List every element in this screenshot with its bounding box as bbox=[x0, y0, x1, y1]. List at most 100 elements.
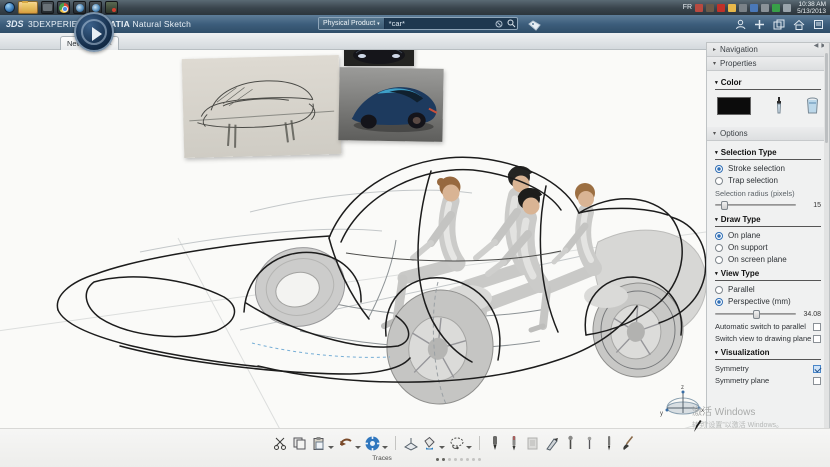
eyedropper-icon[interactable] bbox=[773, 96, 785, 116]
note-icon bbox=[526, 436, 539, 451]
copy-button[interactable] bbox=[291, 434, 308, 452]
home-icon[interactable] bbox=[793, 19, 805, 30]
check-automatic-switch[interactable]: Automatic switch to parallel bbox=[715, 322, 821, 331]
checkbox-icon[interactable] bbox=[813, 377, 821, 385]
check-switch-view[interactable]: Switch view to drawing plane bbox=[715, 334, 821, 343]
tray-icon-3[interactable] bbox=[717, 4, 725, 12]
color-swatch[interactable] bbox=[717, 97, 751, 115]
liner-tool-button[interactable] bbox=[600, 434, 617, 452]
checkbox-icon[interactable] bbox=[813, 335, 821, 343]
perspective-slider[interactable]: 34.08 bbox=[715, 309, 821, 319]
tray-icon-7[interactable] bbox=[761, 4, 769, 12]
check-symmetry[interactable]: Symmetry bbox=[715, 364, 821, 373]
radio-label: On screen plane bbox=[728, 255, 787, 264]
pen-tool-button[interactable] bbox=[505, 434, 522, 452]
radio-on-plane[interactable]: On plane bbox=[715, 231, 821, 240]
radio-on-support[interactable]: On support bbox=[715, 243, 821, 252]
pin-large-tool-button[interactable] bbox=[562, 434, 579, 452]
tray-icon-2[interactable] bbox=[706, 4, 714, 12]
slider-thumb[interactable] bbox=[721, 201, 728, 210]
user-icon[interactable] bbox=[735, 19, 746, 30]
taskbar-item-media[interactable] bbox=[105, 1, 118, 14]
taskbar-item-explorer[interactable] bbox=[18, 1, 38, 14]
sketch-plane-button[interactable] bbox=[402, 434, 419, 452]
cutter-tool-button[interactable] bbox=[543, 434, 560, 452]
share-icon[interactable] bbox=[773, 19, 785, 30]
lasso-dropdown-caret[interactable] bbox=[466, 446, 472, 449]
tray-icon-6[interactable] bbox=[750, 4, 758, 12]
radio-label: Trap selection bbox=[728, 176, 778, 185]
selection-radius-slider[interactable]: 15 bbox=[715, 200, 821, 210]
update-button[interactable] bbox=[364, 434, 381, 452]
view-type-subheader[interactable]: ▾ View Type bbox=[715, 269, 821, 278]
cutter-icon bbox=[545, 436, 559, 451]
chevron-down-icon: ▾ bbox=[715, 217, 718, 223]
section-properties[interactable]: ▾ Properties bbox=[707, 57, 829, 71]
tray-icon-4[interactable] bbox=[728, 4, 736, 12]
visualization-subheader[interactable]: ▾ Visualization bbox=[715, 348, 821, 357]
lasso-select-button[interactable] bbox=[448, 434, 465, 452]
tray-icon-9[interactable] bbox=[783, 4, 791, 12]
options-header-label: Options bbox=[720, 129, 748, 138]
reference-image-blue-car[interactable] bbox=[338, 67, 443, 142]
undo-button[interactable] bbox=[337, 434, 354, 452]
radio-trap-selection[interactable]: Trap selection bbox=[715, 176, 821, 185]
tray-icon-5[interactable] bbox=[739, 4, 747, 12]
section-navigation[interactable]: ▸ Navigation bbox=[707, 43, 829, 57]
paste-button[interactable] bbox=[310, 434, 327, 452]
search-input[interactable]: *car* bbox=[385, 19, 493, 28]
update-dropdown-caret[interactable] bbox=[382, 446, 388, 449]
watermark-line1: 激活 Windows bbox=[692, 403, 783, 418]
marker-tool-button[interactable] bbox=[486, 434, 503, 452]
cut-button[interactable] bbox=[272, 434, 289, 452]
draw-type-subheader[interactable]: ▾ Draw Type bbox=[715, 215, 821, 224]
search-icon[interactable] bbox=[505, 19, 517, 28]
reference-image-sketch[interactable] bbox=[182, 55, 342, 158]
checkbox-label: Symmetry plane bbox=[715, 376, 769, 385]
taskbar-item-catia1[interactable] bbox=[73, 1, 86, 14]
selection-radius-value: 15 bbox=[801, 202, 821, 209]
dassault-logo: 3DS bbox=[6, 19, 28, 29]
3ds-compass-widget[interactable] bbox=[74, 12, 114, 52]
add-icon[interactable] bbox=[754, 19, 765, 30]
pen-icon bbox=[509, 435, 519, 451]
undo-dropdown-caret[interactable] bbox=[355, 446, 361, 449]
tray-icon-1[interactable] bbox=[695, 4, 703, 12]
paint-dropdown-caret[interactable] bbox=[439, 446, 445, 449]
tray-icon-8[interactable] bbox=[772, 4, 780, 12]
paint-pot-icon[interactable] bbox=[806, 96, 819, 116]
notes-icon[interactable] bbox=[813, 19, 824, 30]
radio-perspective[interactable]: Perspective (mm) bbox=[715, 297, 821, 306]
checkbox-icon[interactable] bbox=[813, 323, 821, 331]
marker-icon bbox=[490, 435, 500, 451]
tray-language[interactable]: FR bbox=[683, 4, 692, 11]
pager-left-icon[interactable]: ◀ bbox=[814, 42, 819, 49]
watermark-line2: 转到“设置”以激活 Windows。 bbox=[692, 420, 783, 430]
panel-scrollbar[interactable] bbox=[824, 43, 829, 436]
page-dots[interactable] bbox=[436, 458, 481, 461]
taskbar-clock[interactable]: 10:38 AM 5/13/2013 bbox=[797, 1, 826, 15]
radio-stroke-selection[interactable]: Stroke selection bbox=[715, 164, 821, 173]
paint-button[interactable] bbox=[421, 434, 438, 452]
radio-on-screen-plane[interactable]: On screen plane bbox=[715, 255, 821, 264]
search-scope-dropdown[interactable]: Physical Product ▾ bbox=[319, 18, 385, 29]
note-tool-button[interactable] bbox=[524, 434, 541, 452]
pin-small-tool-button[interactable] bbox=[581, 434, 598, 452]
color-subheader[interactable]: ▾ Color bbox=[715, 78, 821, 87]
brush-tool-button[interactable] bbox=[619, 434, 636, 452]
section-options[interactable]: ▾ Options bbox=[707, 127, 829, 141]
clear-search-icon[interactable] bbox=[493, 20, 505, 28]
search-bar[interactable]: Physical Product ▾ *car* bbox=[318, 17, 518, 30]
paste-dropdown-caret[interactable] bbox=[328, 446, 334, 449]
radio-parallel[interactable]: Parallel bbox=[715, 285, 821, 294]
selection-type-subheader[interactable]: ▾ Selection Type bbox=[715, 148, 821, 157]
checkbox-icon[interactable] bbox=[813, 365, 821, 373]
start-button[interactable] bbox=[4, 2, 15, 13]
taskbar-item-app1[interactable] bbox=[41, 1, 54, 14]
scrollbar-thumb[interactable] bbox=[825, 53, 828, 143]
system-tray: FR 10:38 AM 5/13/2013 bbox=[683, 1, 826, 15]
taskbar-item-chrome[interactable] bbox=[57, 1, 70, 14]
color-label: Color bbox=[721, 78, 742, 87]
slider-thumb[interactable] bbox=[753, 310, 760, 319]
check-symmetry-plane[interactable]: Symmetry plane bbox=[715, 376, 821, 385]
